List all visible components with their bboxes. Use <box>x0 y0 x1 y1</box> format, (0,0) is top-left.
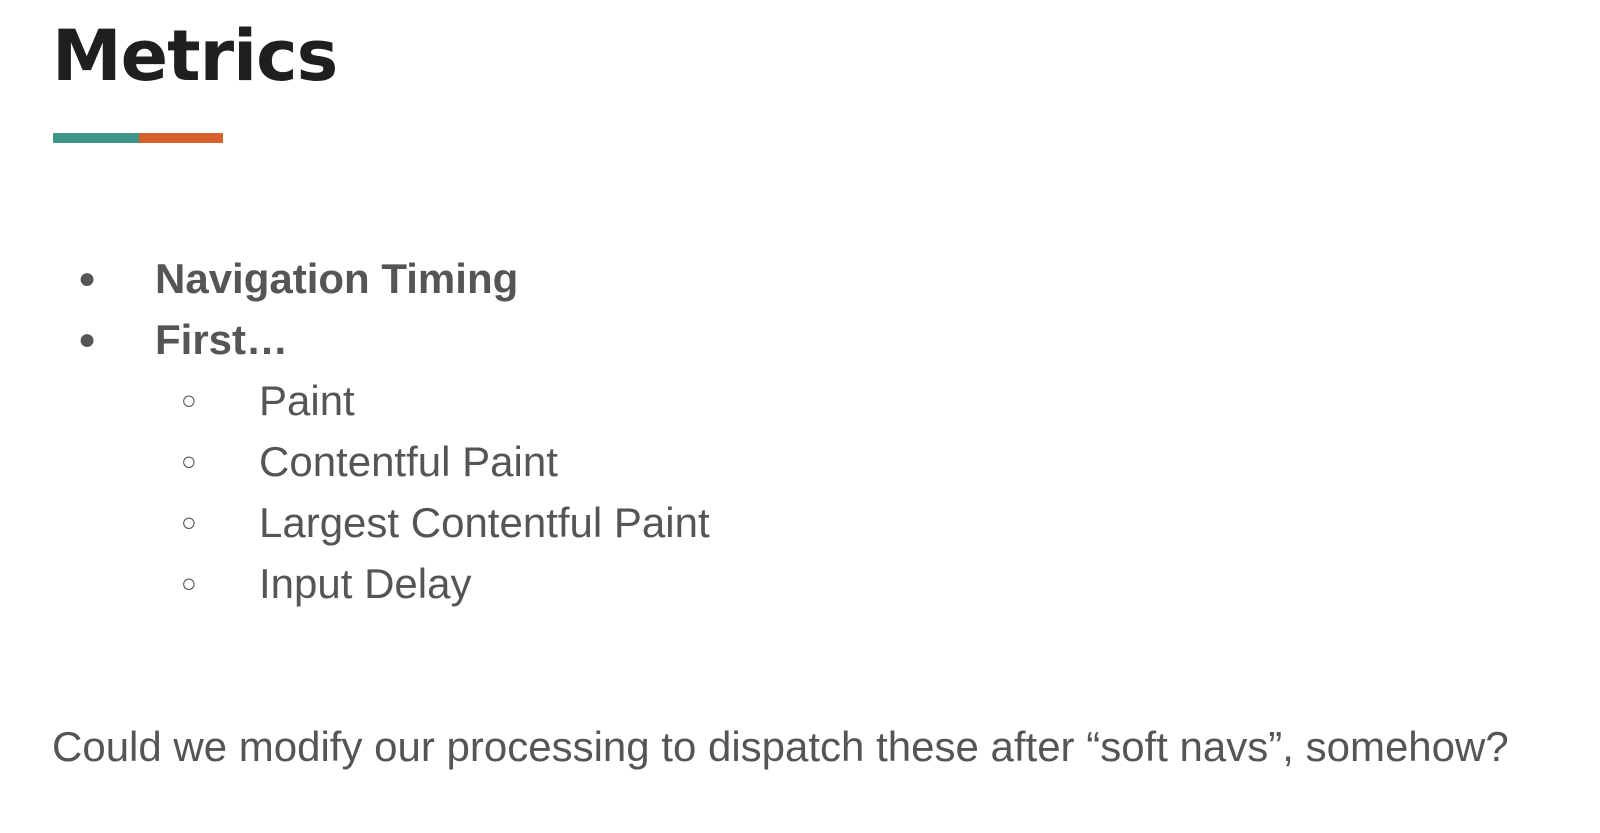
accent-bar-teal-segment <box>53 133 139 143</box>
hollow-bullet-icon: ○ <box>181 446 197 476</box>
slide: Metrics ● Navigation Timing ● First… ○ P… <box>0 0 1600 833</box>
hollow-bullet-icon: ○ <box>181 568 197 598</box>
closing-question: Could we modify our processing to dispat… <box>52 723 1509 770</box>
accent-bar-orange-segment <box>139 133 223 143</box>
filled-bullet-icon: ● <box>78 262 97 295</box>
slide-title: Metrics <box>52 15 338 97</box>
filled-bullet-icon: ● <box>78 323 97 356</box>
hollow-bullet-icon: ○ <box>181 385 197 415</box>
sublist-item-label: Contentful Paint <box>259 438 558 485</box>
list-item-label: Navigation Timing <box>155 255 519 302</box>
list-item-label: First… <box>155 316 289 363</box>
sublist-item-label: Largest Contentful Paint <box>259 499 710 546</box>
sublist-item-label: Paint <box>259 377 355 424</box>
title-accent-bar <box>53 133 223 143</box>
hollow-bullet-icon: ○ <box>181 507 197 537</box>
sublist-item-label: Input Delay <box>259 560 472 607</box>
